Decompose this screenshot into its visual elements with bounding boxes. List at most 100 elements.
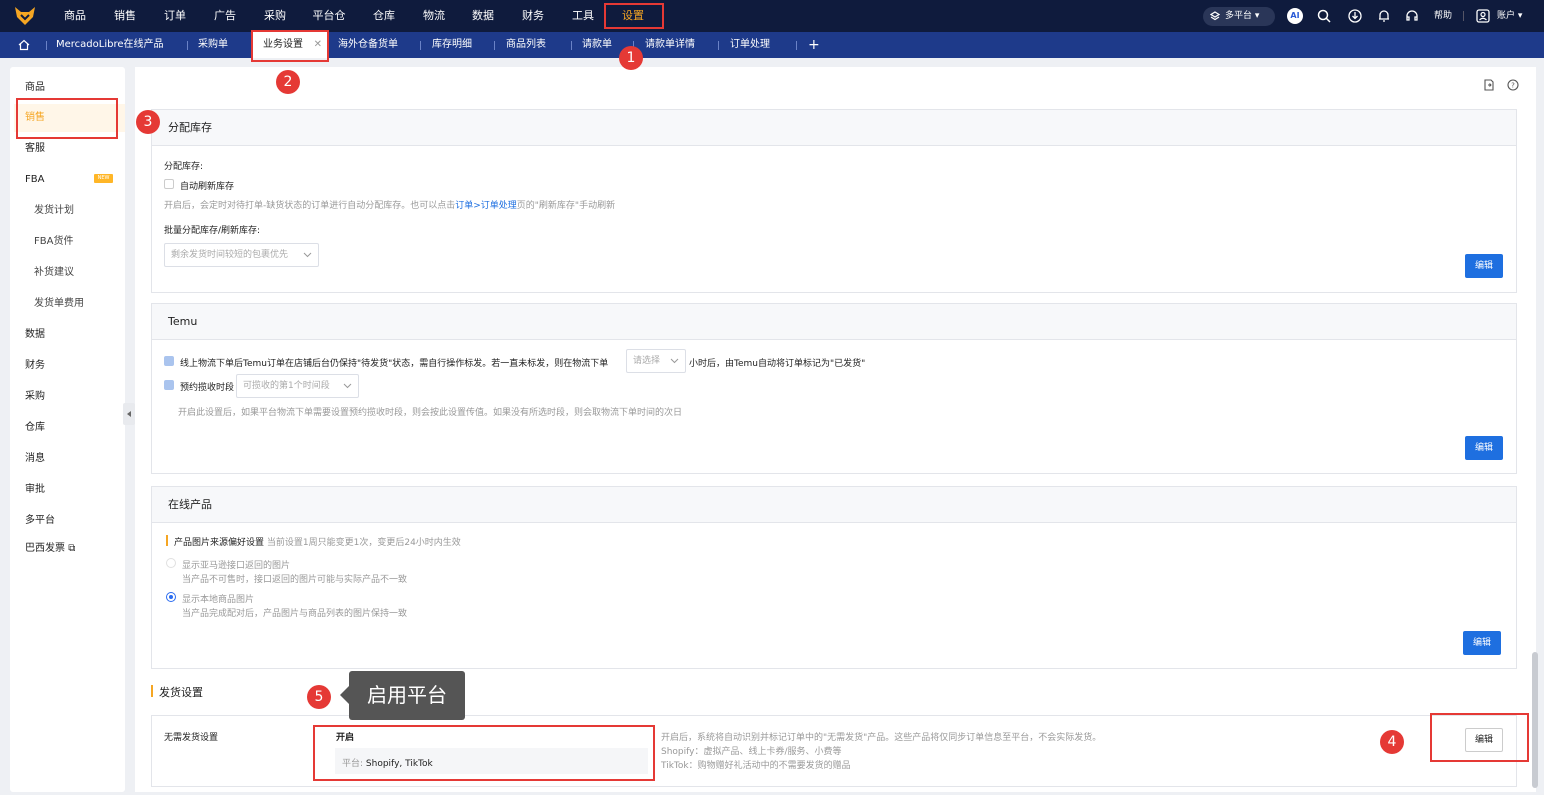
nav-settings[interactable]: 设置 [606,0,660,32]
sidebar-item-multiplatform[interactable]: 多平台 [25,513,55,529]
nav-platform-warehouse[interactable]: 平台仓 [311,0,347,32]
enable-platform-tooltip: 启用平台 [340,671,465,720]
sidebar-item-finance[interactable]: 财务 [25,358,45,374]
tab-separator [46,41,47,50]
fox-logo-icon[interactable] [14,6,36,26]
sidebar-item-fba-shipment[interactable]: FBA货件 [34,234,73,250]
sidebar-item-data[interactable]: 数据 [25,327,45,343]
pickup-slot-checkbox[interactable] [164,380,174,390]
nav-purchase[interactable]: 采购 [262,0,288,32]
allocate-field-label: 分配库存: [164,162,204,172]
local-image-radio[interactable] [166,592,176,602]
sidebar-item-warehouse[interactable]: 仓库 [25,420,45,436]
external-link-icon: ⧉ [68,543,76,554]
tab-overseas-stock[interactable]: 海外仓备货单 [338,32,398,58]
local-image-desc: 当产品完成配对后，产品图片与商品列表的图片保持一致 [182,609,408,619]
sidebar-item-sales[interactable]: 销售 [25,110,45,126]
tab-separator [494,41,495,50]
shipping-edit-button[interactable]: 编辑 [1465,728,1503,752]
temu-edit-button[interactable]: 编辑 [1465,436,1503,460]
bell-icon[interactable] [1376,8,1392,24]
document-icon[interactable] [1483,79,1495,91]
user-icon[interactable] [1475,8,1491,24]
step-marker: 2 [276,70,300,94]
temu-auto-ship-checkbox[interactable] [164,356,174,366]
top-navbar: 商品 销售 订单 广告 采购 平台仓 仓库 物流 数据 财务 工具 设置 多平台… [0,0,1544,32]
add-tab-button[interactable]: + [808,32,820,58]
scrollbar[interactable] [1532,652,1538,788]
tab-mercadolibre[interactable]: MercadoLibre在线产品 [56,32,164,58]
tab-business-settings[interactable]: 业务设置 ✕ [253,32,328,58]
ai-icon[interactable]: AI [1287,8,1303,24]
step-marker: 1 [619,46,643,70]
order-processing-link[interactable]: 订单>订单处理 [455,201,517,211]
online-edit-button[interactable]: 编辑 [1463,631,1501,655]
tab-order-processing[interactable]: 订单处理 [730,32,770,58]
help-link[interactable]: 帮助 [1434,0,1452,32]
auto-refresh-checkbox[interactable] [164,179,174,189]
chevron-down-icon [343,383,352,389]
batch-allocate-select[interactable]: 剩余发货时间较短的包裹优先 [164,243,319,267]
select-value: 请选择 [633,356,661,366]
chevron-left-icon [127,411,131,417]
nav-tools[interactable]: 工具 [570,0,596,32]
divider [1463,11,1464,21]
svg-text:?: ? [1511,82,1515,90]
account-menu[interactable]: 账户 ▾ [1497,0,1522,32]
sidebar-item-restock[interactable]: 补货建议 [34,265,74,281]
amazon-image-radio[interactable] [166,558,176,568]
tab-bar: MercadoLibre在线产品 采购单 业务设置 ✕ 海外仓备货单 库存明细 商… [0,32,1544,58]
temu-hours-select[interactable]: 请选择 [626,349,686,373]
sidebar-item-purchase[interactable]: 采购 [25,389,45,405]
section-accent-bar [151,685,153,697]
sidebar-item-customer-service[interactable]: 客服 [25,141,45,157]
search-icon[interactable] [1316,8,1332,24]
tab-payment-detail[interactable]: 请款单详情 [645,32,695,58]
platform-label: 多平台 [1225,11,1253,21]
platform-switch[interactable]: 多平台 ▾ [1203,7,1275,26]
allocate-edit-button[interactable]: 编辑 [1465,254,1503,278]
download-icon[interactable] [1347,8,1363,24]
select-value: 可揽收的第1个时间段 [243,381,330,391]
tab-inventory-detail[interactable]: 库存明细 [432,32,472,58]
tab-separator [718,41,719,50]
layers-icon [1210,11,1220,21]
nav-ads[interactable]: 广告 [212,0,238,32]
no-ship-status: 开启 [336,733,355,743]
tab-product-list[interactable]: 商品列表 [506,32,546,58]
hint-text: 页的"刷新库存"手动刷新 [516,201,616,211]
no-ship-desc: 开启后，系统将自动识别并标记订单中的"无需发货"产品。这些产品将仅同步订单信息至… [661,733,1102,743]
sidebar-item-fba[interactable]: FBA [25,172,44,188]
sidebar-item-brazil-invoice[interactable]: 巴西发票 ⧉ [25,541,75,557]
sidebar-collapse-toggle[interactable] [123,403,135,425]
headset-icon[interactable] [1404,8,1420,24]
sidebar-item-approval[interactable]: 审批 [25,482,45,498]
sidebar-item-shipping-plan[interactable]: 发货计划 [34,203,74,219]
no-ship-shopify: Shopify：虚拟产品、线上卡券/服务、小费等 [661,747,842,757]
nav-data[interactable]: 数据 [470,0,496,32]
sidebar-item-shipping-fees[interactable]: 发货单费用 [34,296,84,312]
tab-separator [420,41,421,50]
nav-finance[interactable]: 财务 [520,0,546,32]
sidebar-item-messages[interactable]: 消息 [25,451,45,467]
nav-warehouse[interactable]: 仓库 [371,0,397,32]
nav-logistics[interactable]: 物流 [421,0,447,32]
pickup-slot-hint: 开启此设置后，如果平台物流下单需要设置预约揽收时段，则会按此设置传值。如果没有所… [178,408,683,418]
chevron-down-icon [303,252,312,258]
sidebar: 商品 销售 客服 FBA NEW 发货计划 FBA货件 补货建议 发货单费用 数… [10,67,125,792]
platform-value: Shopify, TikTok [365,759,433,769]
nav-orders[interactable]: 订单 [162,0,188,32]
home-icon[interactable] [18,39,30,51]
help-icon[interactable]: ? [1507,79,1519,91]
tab-purchase-order[interactable]: 采购单 [198,32,228,58]
step-marker: 5 [307,685,331,709]
nav-products[interactable]: 商品 [62,0,88,32]
image-pref-title: 产品图片来源偏好设置 [174,538,265,548]
sidebar-item-products[interactable]: 商品 [25,80,45,96]
tab-payment-request[interactable]: 请款单 [582,32,612,58]
close-icon[interactable]: ✕ [314,32,322,58]
section-title: Temu [152,304,1516,340]
nav-sales[interactable]: 销售 [112,0,138,32]
allocate-hint: 开启后，会定时对待打单-缺货状态的订单进行自动分配库存。也可以点击订单>订单处理… [164,198,615,211]
pickup-slot-select[interactable]: 可揽收的第1个时间段 [236,374,359,398]
